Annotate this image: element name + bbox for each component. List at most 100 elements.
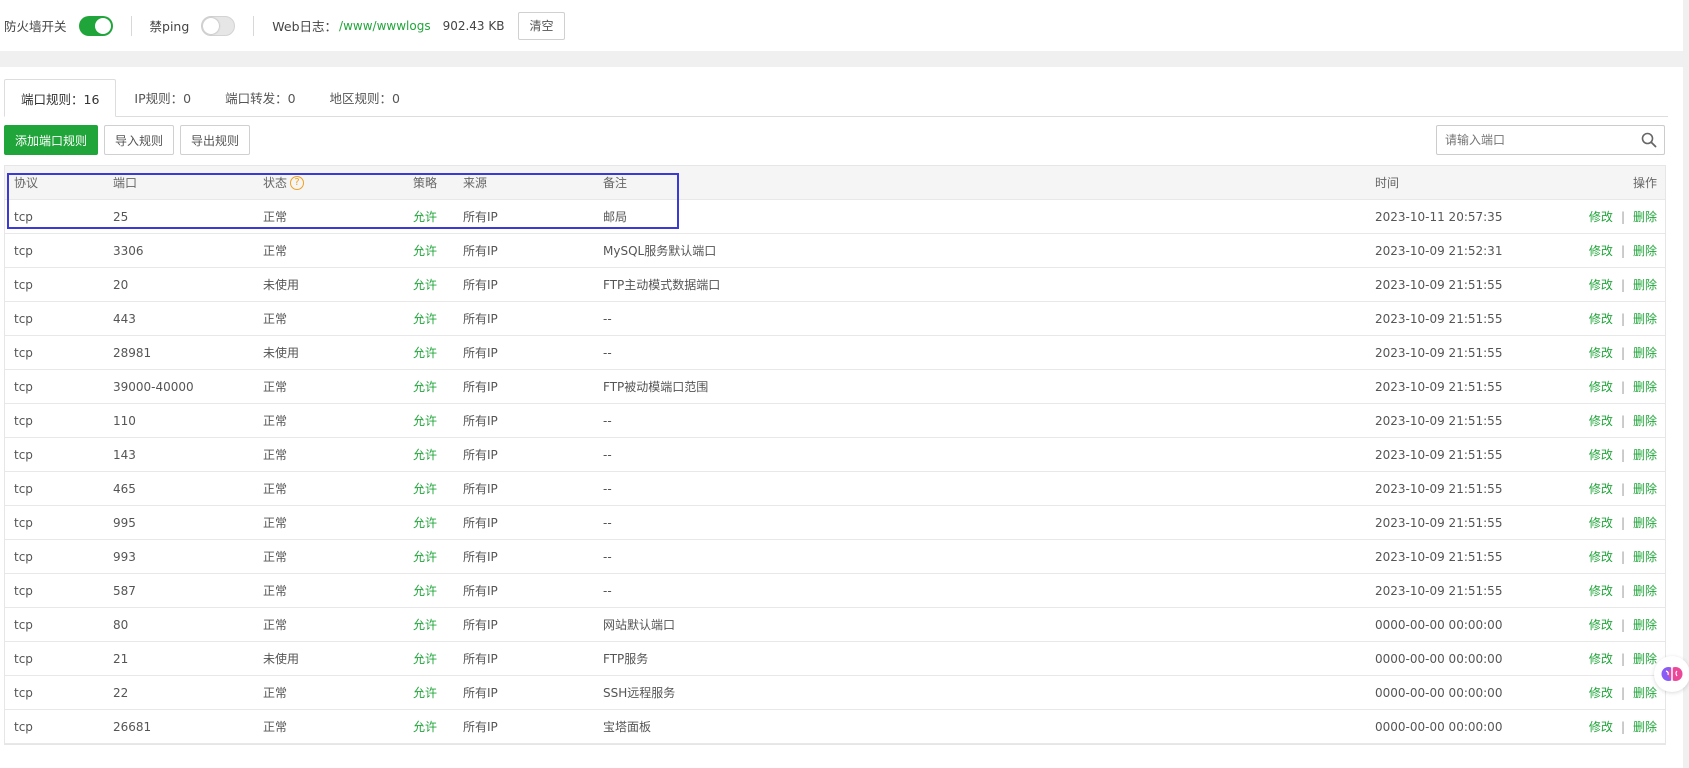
- weblog-group: Web日志： /www/wwwlogs 902.43 KB 清空: [272, 11, 565, 40]
- row-actions: 修改 | 删除: [1589, 302, 1657, 335]
- cell-port: 143: [113, 447, 136, 462]
- delete-link[interactable]: 删除: [1633, 616, 1657, 633]
- cell-remark: --: [603, 413, 612, 428]
- cell-policy: 允许: [413, 278, 438, 292]
- edit-link[interactable]: 修改: [1589, 718, 1613, 735]
- delete-link[interactable]: 删除: [1633, 378, 1657, 395]
- edit-link[interactable]: 修改: [1589, 650, 1613, 667]
- cell-source: 所有IP: [463, 380, 498, 394]
- cell-port: 39000-40000: [113, 379, 194, 394]
- table-row: tcp 110 正常 允许 所有IP -- 2023-10-09 21:51:55 修改 | 删除: [5, 404, 1665, 438]
- row-actions: 修改 | 删除: [1589, 472, 1657, 505]
- table-row: tcp 995 正常 允许 所有IP -- 2023-10-09 21:51:55 修改 | 删除: [5, 506, 1665, 540]
- delete-link[interactable]: 删除: [1633, 480, 1657, 497]
- delete-link[interactable]: 删除: [1633, 514, 1657, 531]
- edit-link[interactable]: 修改: [1589, 208, 1613, 225]
- firewall-toolbar: 防火墙开关 禁ping Web日志： /www/wwwlogs 902.43 K…: [0, 0, 1683, 51]
- delete-link[interactable]: 删除: [1633, 412, 1657, 429]
- delete-link[interactable]: 删除: [1633, 276, 1657, 293]
- edit-link[interactable]: 修改: [1589, 412, 1613, 429]
- ping-toggle[interactable]: [201, 15, 236, 36]
- cell-source: 所有IP: [463, 720, 498, 734]
- edit-link[interactable]: 修改: [1589, 378, 1613, 395]
- cell-port: 20: [113, 277, 129, 292]
- cell-port: 110: [113, 413, 136, 428]
- toggle-knob: [94, 17, 111, 34]
- cell-status: 正常: [263, 312, 288, 326]
- cell-status: 正常: [263, 686, 288, 700]
- delete-link[interactable]: 删除: [1633, 582, 1657, 599]
- cell-remark: --: [603, 311, 612, 326]
- cell-port: 3306: [113, 243, 144, 258]
- delete-link[interactable]: 删除: [1633, 310, 1657, 327]
- search-icon[interactable]: [1634, 126, 1664, 154]
- row-actions: 修改 | 删除: [1589, 608, 1657, 641]
- cell-policy: 允许: [413, 414, 438, 428]
- brain-icon[interactable]: [1654, 656, 1689, 692]
- cell-protocol: tcp: [14, 617, 33, 632]
- cell-time: 0000-00-00 00:00:00: [1375, 651, 1503, 666]
- edit-link[interactable]: 修改: [1589, 616, 1613, 633]
- row-actions: 修改 | 删除: [1589, 370, 1657, 403]
- port-search-box: [1436, 125, 1665, 155]
- cell-policy: 允许: [413, 312, 438, 326]
- header-protocol: 协议: [14, 176, 39, 190]
- cell-protocol: tcp: [14, 243, 33, 258]
- tab-ip-rules[interactable]: IP规则：0: [118, 79, 207, 116]
- cell-policy: 允许: [413, 482, 438, 496]
- table-row: tcp 465 正常 允许 所有IP -- 2023-10-09 21:51:55 修改 | 删除: [5, 472, 1665, 506]
- delete-link[interactable]: 删除: [1633, 208, 1657, 225]
- edit-link[interactable]: 修改: [1589, 242, 1613, 259]
- import-rules-button[interactable]: 导入规则: [104, 125, 175, 155]
- cell-policy: 允许: [413, 210, 438, 224]
- clear-log-button[interactable]: 清空: [518, 11, 565, 40]
- edit-link[interactable]: 修改: [1589, 582, 1613, 599]
- delete-link[interactable]: 删除: [1633, 650, 1657, 667]
- rule-tabs: 端口规则：16 IP规则：0 端口转发：0 地区规则：0: [4, 79, 1668, 117]
- toggle-knob: [203, 17, 220, 34]
- delete-link[interactable]: 删除: [1633, 344, 1657, 361]
- port-search-input[interactable]: [1437, 127, 1634, 153]
- cell-status: 正常: [263, 584, 288, 598]
- cell-protocol: tcp: [14, 311, 33, 326]
- table-row: tcp 21 未使用 允许 所有IP FTP服务 0000-00-00 00:00:00 修改…: [5, 642, 1665, 676]
- row-actions: 修改 | 删除: [1589, 336, 1657, 369]
- cell-protocol: tcp: [14, 549, 33, 564]
- firewall-switch-group: 防火墙开关: [4, 14, 113, 38]
- delete-link[interactable]: 删除: [1633, 718, 1657, 735]
- delete-link[interactable]: 删除: [1633, 446, 1657, 463]
- table-row: tcp 143 正常 允许 所有IP -- 2023-10-09 21:51:55 修改 | 删除: [5, 438, 1665, 472]
- cell-policy: 允许: [413, 652, 438, 666]
- row-actions: 修改 | 删除: [1589, 676, 1657, 709]
- delete-link[interactable]: 删除: [1633, 548, 1657, 565]
- edit-link[interactable]: 修改: [1589, 684, 1613, 701]
- edit-link[interactable]: 修改: [1589, 344, 1613, 361]
- edit-link[interactable]: 修改: [1589, 446, 1613, 463]
- delete-link[interactable]: 删除: [1633, 684, 1657, 701]
- weblog-path-link[interactable]: /www/wwwlogs: [339, 19, 431, 33]
- cell-policy: 允许: [413, 720, 438, 734]
- row-actions: 修改 | 删除: [1589, 506, 1657, 539]
- cell-remark: FTP主动模式数据端口: [603, 278, 721, 292]
- tab-port-rules[interactable]: 端口规则：16: [4, 79, 117, 117]
- cell-policy: 允许: [413, 244, 438, 258]
- delete-link[interactable]: 删除: [1633, 242, 1657, 259]
- edit-link[interactable]: 修改: [1589, 276, 1613, 293]
- firewall-toggle[interactable]: [78, 15, 113, 36]
- edit-link[interactable]: 修改: [1589, 548, 1613, 565]
- weblog-size: 902.43 KB: [442, 18, 505, 33]
- page-scrollbar[interactable]: [1683, 0, 1689, 768]
- row-actions: 修改 | 删除: [1589, 438, 1657, 471]
- tab-port-forward[interactable]: 端口转发：0: [209, 79, 311, 116]
- edit-link[interactable]: 修改: [1589, 480, 1613, 497]
- tab-region-rules[interactable]: 地区规则：0: [314, 79, 416, 116]
- help-icon[interactable]: ?: [290, 175, 305, 190]
- cell-time: 2023-10-09 21:51:55: [1375, 481, 1503, 496]
- ops-separator: |: [1620, 447, 1625, 462]
- divider: [253, 15, 255, 36]
- edit-link[interactable]: 修改: [1589, 514, 1613, 531]
- cell-protocol: tcp: [14, 413, 33, 428]
- export-rules-button[interactable]: 导出规则: [180, 125, 251, 155]
- add-port-rule-button[interactable]: 添加端口规则: [4, 125, 99, 155]
- edit-link[interactable]: 修改: [1589, 310, 1613, 327]
